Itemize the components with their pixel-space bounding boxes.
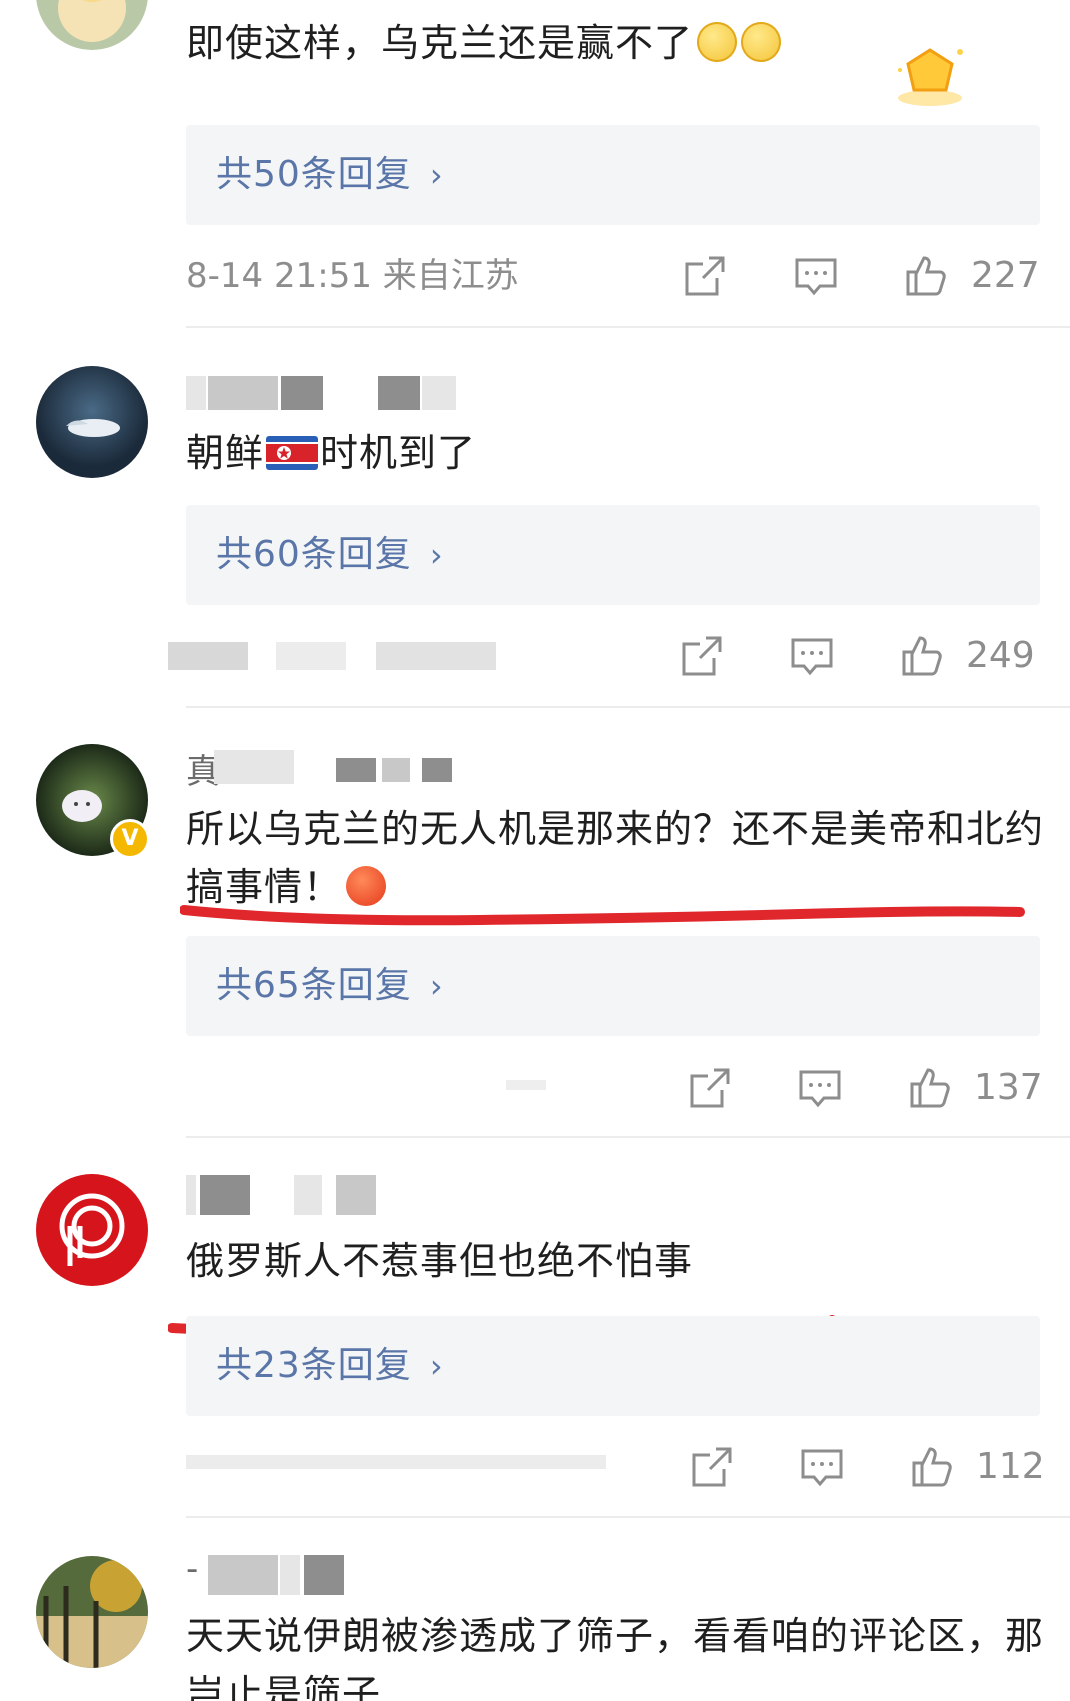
comment-text: 所以乌克兰的无人机是那来的？还不是美帝和北约搞事情！ [186, 807, 1045, 909]
share-icon[interactable] [688, 1443, 736, 1491]
comment-meta: 112 [186, 1437, 1045, 1497]
like-count: 137 [974, 1067, 1043, 1108]
comment-feed: 即使这样，乌克兰还是赢不了 共50条回复 › 8-14 21:51 来自江苏 22… [0, 0, 1070, 1701]
view-replies-link[interactable]: 共23条回复 › [216, 1316, 444, 1416]
divider [186, 1516, 1070, 1518]
user-avatar[interactable] [36, 1556, 148, 1668]
user-avatar[interactable] [36, 1174, 148, 1286]
comment-icon[interactable] [792, 252, 840, 300]
comment-text: 朝鲜 时机到了 [186, 424, 1046, 482]
divider [186, 1136, 1070, 1138]
divider [186, 706, 1070, 708]
reply-summary[interactable]: 共60条回复 › [186, 505, 1040, 605]
comment-icon[interactable] [796, 1064, 844, 1112]
reply-summary[interactable]: 共65条回复 › [186, 936, 1040, 1036]
like-count: 249 [966, 635, 1035, 676]
chevron-right-icon: › [429, 536, 444, 574]
like-count: 227 [971, 255, 1040, 296]
like-icon[interactable] [906, 1064, 954, 1112]
divider [186, 326, 1070, 328]
comment-meta: 249 [168, 626, 1040, 686]
like-icon[interactable] [908, 1443, 956, 1491]
like-icon[interactable] [898, 632, 946, 680]
north-korea-flag-icon [266, 428, 319, 470]
share-icon[interactable] [678, 632, 726, 680]
smile-emoji-icon [741, 22, 782, 62]
like-count: 112 [976, 1446, 1045, 1487]
reply-summary[interactable]: 共23条回复 › [186, 1316, 1040, 1416]
comment-icon[interactable] [788, 632, 836, 680]
view-replies-link[interactable]: 共65条回复 › [216, 936, 444, 1036]
share-icon[interactable] [686, 1064, 734, 1112]
chevron-right-icon: › [429, 967, 444, 1005]
comment-meta: 8-14 21:51 来自江苏 227 [186, 246, 1040, 306]
smile-emoji-icon [697, 22, 738, 62]
chevron-right-icon: › [429, 1347, 444, 1385]
user-avatar[interactable] [36, 366, 148, 478]
comment-timestamp: 8-14 21:51 来自江苏 [186, 256, 519, 296]
verified-badge-icon: V [110, 819, 150, 859]
comment-text: 俄罗斯人不惹事但也绝不怕事 [186, 1239, 694, 1283]
user-avatar[interactable] [36, 0, 148, 50]
comment-text: 天天说伊朗被渗透成了筛子，看看咱的评论区，那岂止是筛子 [186, 1614, 1045, 1701]
comment-icon[interactable] [798, 1443, 846, 1491]
timestamp-redacted [168, 642, 248, 670]
view-replies-link[interactable]: 共60条回复 › [216, 505, 444, 605]
share-icon[interactable] [681, 252, 729, 300]
medal-badge-icon [890, 40, 970, 110]
angry-emoji-icon [346, 866, 387, 906]
chevron-right-icon: › [429, 156, 444, 194]
timestamp-redacted [186, 1455, 606, 1469]
like-icon[interactable] [902, 252, 950, 300]
view-replies-link[interactable]: 共50条回复 › [216, 125, 444, 225]
timestamp-redacted [506, 1080, 546, 1090]
comment-meta: 137 [186, 1058, 1043, 1118]
reply-summary[interactable]: 共50条回复 › [186, 125, 1040, 225]
